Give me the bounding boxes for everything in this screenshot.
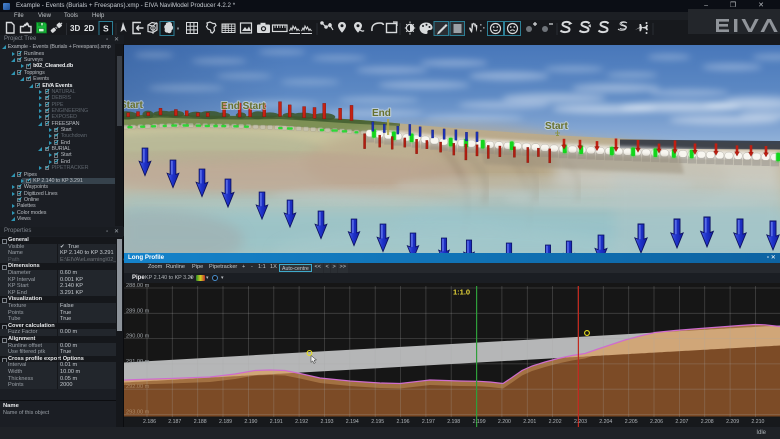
svg-text:292.00 m: 292.00 m [126,384,150,390]
svg-text:Start: Start [124,100,143,111]
svg-text:3D: 3D [70,24,80,33]
svg-text:289.00 m: 289.00 m [126,308,150,314]
svg-text:1:1.0: 1:1.0 [453,287,470,296]
svg-text:End Start: End Start [221,101,266,112]
svg-text:2D: 2D [84,24,94,33]
svg-text:Start: Start [545,121,568,132]
svg-text:S: S [103,24,109,34]
svg-text:291.00 m: 291.00 m [126,358,150,364]
svg-text:290.00 m: 290.00 m [126,333,150,339]
svg-text:293.00 m: 293.00 m [126,409,150,415]
svg-text:288.00 m: 288.00 m [126,283,150,289]
svg-text:End: End [372,108,391,119]
